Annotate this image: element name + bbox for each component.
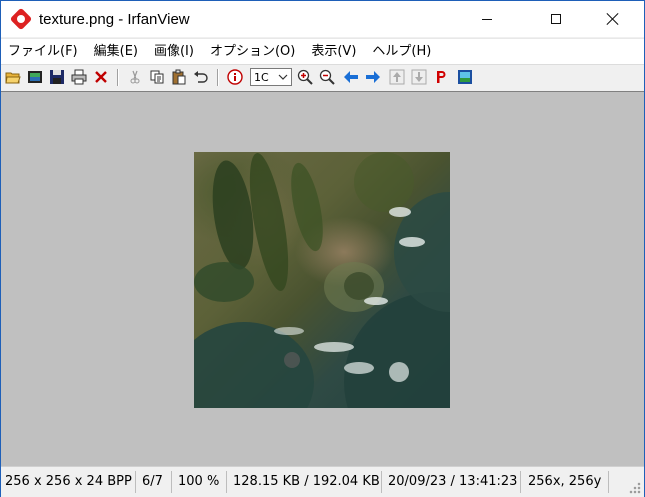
- toolbar-separator: [117, 69, 119, 86]
- status-index: 6/7: [142, 474, 163, 489]
- status-dimensions: 256 x 256 x 24 BPP: [5, 474, 132, 489]
- close-icon: [607, 13, 619, 25]
- texture-image: [194, 152, 450, 408]
- menu-image[interactable]: 画像(I): [146, 41, 202, 63]
- copy-icon[interactable]: [148, 68, 166, 86]
- maximize-icon: [551, 14, 561, 24]
- menu-view[interactable]: 表示(V): [303, 41, 364, 63]
- zoom-select[interactable]: 1C: [250, 68, 292, 86]
- menu-help[interactable]: ヘルプ(H): [364, 41, 439, 63]
- status-separator: [381, 471, 382, 493]
- menu-bar: ファイル(F) 編集(E) 画像(I) オプション(O) 表示(V) ヘルプ(H…: [1, 38, 644, 65]
- info-icon[interactable]: [226, 68, 244, 86]
- status-zoom: 100 %: [178, 474, 220, 489]
- menu-file[interactable]: ファイル(F): [1, 41, 86, 63]
- status-separator: [171, 471, 172, 493]
- minimize-icon: [482, 18, 492, 20]
- paste-icon[interactable]: [170, 68, 188, 86]
- irfanview-app-icon[interactable]: [9, 7, 33, 31]
- slideshow-icon[interactable]: [26, 68, 44, 86]
- undo-icon[interactable]: [192, 68, 210, 86]
- title-bar[interactable]: texture.png - IrfanView: [1, 1, 644, 37]
- status-bar: 256 x 256 x 24 BPP 6/7 100 % 128.15 KB /…: [1, 466, 644, 497]
- status-separator: [226, 471, 227, 493]
- last-file-icon[interactable]: [410, 68, 428, 86]
- status-filesize: 128.15 KB / 192.04 KB: [233, 474, 380, 489]
- toolbar-separator: [217, 69, 219, 86]
- previous-arrow-icon[interactable]: [342, 68, 360, 86]
- irfanview-window: texture.png - IrfanView ファイル(F) 編集(E) 画像…: [0, 0, 645, 497]
- zoom-out-icon[interactable]: [318, 68, 336, 86]
- status-cursor: 256x, 256y: [528, 474, 602, 489]
- paint-icon[interactable]: [432, 68, 450, 86]
- open-folder-icon[interactable]: [4, 68, 22, 86]
- zoom-in-icon[interactable]: [296, 68, 314, 86]
- delete-icon[interactable]: [92, 68, 110, 86]
- close-button[interactable]: [590, 1, 636, 37]
- minimize-button[interactable]: [464, 1, 510, 37]
- first-file-icon[interactable]: [388, 68, 406, 86]
- window-title: texture.png - IrfanView: [39, 10, 190, 28]
- next-arrow-icon[interactable]: [364, 68, 382, 86]
- zoom-select-value: 1C: [254, 71, 269, 84]
- status-separator: [520, 471, 521, 493]
- skin-icon[interactable]: [456, 68, 474, 86]
- status-separator: [135, 471, 136, 493]
- status-datetime: 20/09/23 / 13:41:23: [388, 474, 518, 489]
- resize-grip[interactable]: [629, 482, 641, 494]
- maximize-button[interactable]: [533, 1, 579, 37]
- toolbar: 1C: [1, 64, 644, 92]
- cut-icon[interactable]: [126, 68, 144, 86]
- save-icon[interactable]: [48, 68, 66, 86]
- print-icon[interactable]: [70, 68, 88, 86]
- menu-edit[interactable]: 編集(E): [86, 41, 146, 63]
- chevron-down-icon: [278, 72, 288, 85]
- status-separator: [608, 471, 609, 493]
- image-viewport[interactable]: [1, 91, 644, 466]
- menu-options[interactable]: オプション(O): [202, 41, 303, 63]
